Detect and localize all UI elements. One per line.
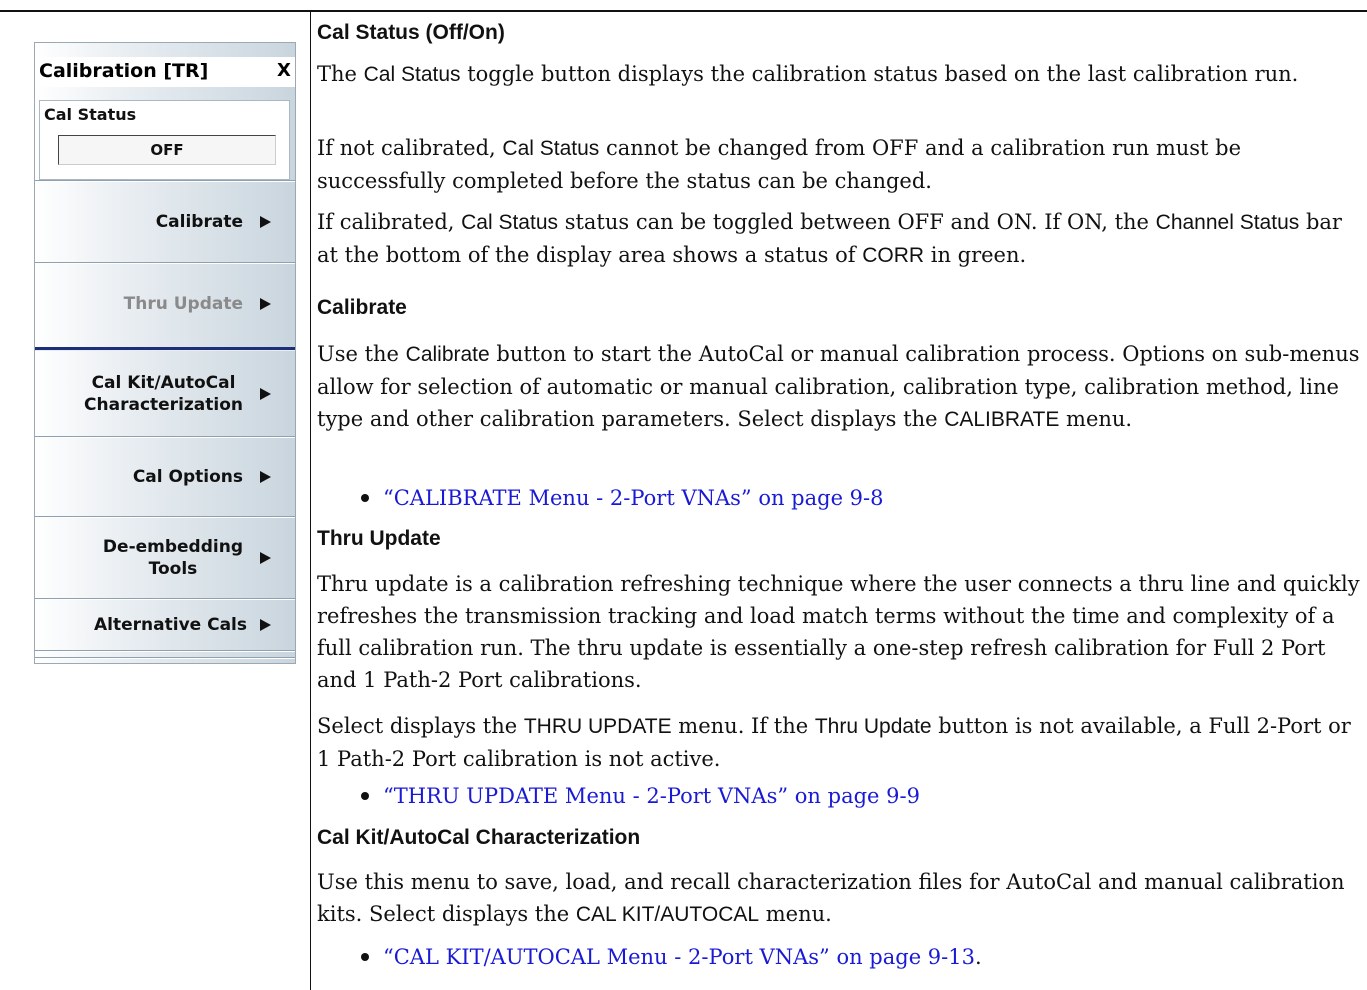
submenu-arrow-icon xyxy=(260,298,271,310)
cal-kit-autocal-button-label: Cal Kit/AutoCal Characterization xyxy=(84,373,243,415)
menu-group-separator xyxy=(35,347,295,351)
column-divider xyxy=(310,11,311,990)
paragraph: Select displays the THRU UPDATE menu. If… xyxy=(317,714,1351,771)
cal-kit-autocal-button[interactable]: Cal Kit/AutoCal Characterization xyxy=(35,352,295,436)
bullet-icon xyxy=(361,952,369,961)
paragraph: Thru update is a calibration refreshing … xyxy=(317,572,1360,692)
thru-update-button-label: Thru Update xyxy=(123,294,243,314)
de-embedding-tools-button[interactable]: De-embedding Tools xyxy=(35,518,295,598)
link-thru-update-menu[interactable]: “THRU UPDATE Menu - 2-Port VNAs” on page… xyxy=(361,784,920,808)
paragraph: Use this menu to save, load, and recall … xyxy=(317,870,1345,926)
heading-thru-update: Thru Update xyxy=(317,527,441,550)
link-calibrate-menu[interactable]: “CALIBRATE Menu - 2-Port VNAs” on page 9… xyxy=(361,486,884,510)
paragraph: The Cal Status toggle button displays th… xyxy=(317,62,1299,86)
de-embedding-tools-button-label: De-embedding Tools xyxy=(102,537,243,579)
heading-calibrate: Calibrate xyxy=(317,296,407,319)
alternative-cals-button-label: Alternative Cals xyxy=(94,615,247,635)
submenu-arrow-icon xyxy=(260,471,271,483)
paragraph: If calibrated, Cal Status status can be … xyxy=(317,210,1342,267)
close-button[interactable]: X xyxy=(277,60,291,81)
submenu-arrow-icon xyxy=(260,552,271,564)
heading-cal-status: Cal Status (Off/On) xyxy=(317,21,505,44)
calibrate-button-label: Calibrate xyxy=(155,212,243,232)
submenu-arrow-icon xyxy=(260,388,271,400)
menu-title-bar: Calibration [TR] X xyxy=(35,57,295,87)
cal-status-value[interactable]: OFF xyxy=(58,135,276,165)
submenu-arrow-icon xyxy=(260,216,271,228)
paragraph: Use the Calibrate button to start the Au… xyxy=(317,342,1360,431)
calibrate-button[interactable]: Calibrate xyxy=(35,182,295,262)
heading-cal-kit: Cal Kit/AutoCal Characterization xyxy=(317,826,641,849)
bullet-icon xyxy=(361,493,369,502)
submenu-arrow-icon xyxy=(260,619,271,631)
cal-options-button-label: Cal Options xyxy=(132,467,243,487)
menu-separator xyxy=(35,650,295,652)
menu-title: Calibration [TR] xyxy=(39,60,209,82)
top-rule xyxy=(0,10,1367,12)
cal-status-toggle[interactable]: Cal Status OFF xyxy=(39,100,290,180)
paragraph: If not calibrated, Cal Status cannot be … xyxy=(317,136,1242,193)
bullet-icon xyxy=(361,791,369,800)
cal-options-button[interactable]: Cal Options xyxy=(35,438,295,516)
alternative-cals-button[interactable]: Alternative Cals xyxy=(35,600,295,650)
thru-update-button[interactable]: Thru Update xyxy=(35,264,295,344)
menu-separator xyxy=(35,657,295,659)
link-cal-kit-menu[interactable]: “CAL KIT/AUTOCAL Menu - 2-Port VNAs” on … xyxy=(361,945,982,969)
calibration-menu-panel: Calibration [TR] X Cal Status OFF Calibr… xyxy=(34,42,296,664)
cal-status-label: Cal Status xyxy=(44,105,137,124)
